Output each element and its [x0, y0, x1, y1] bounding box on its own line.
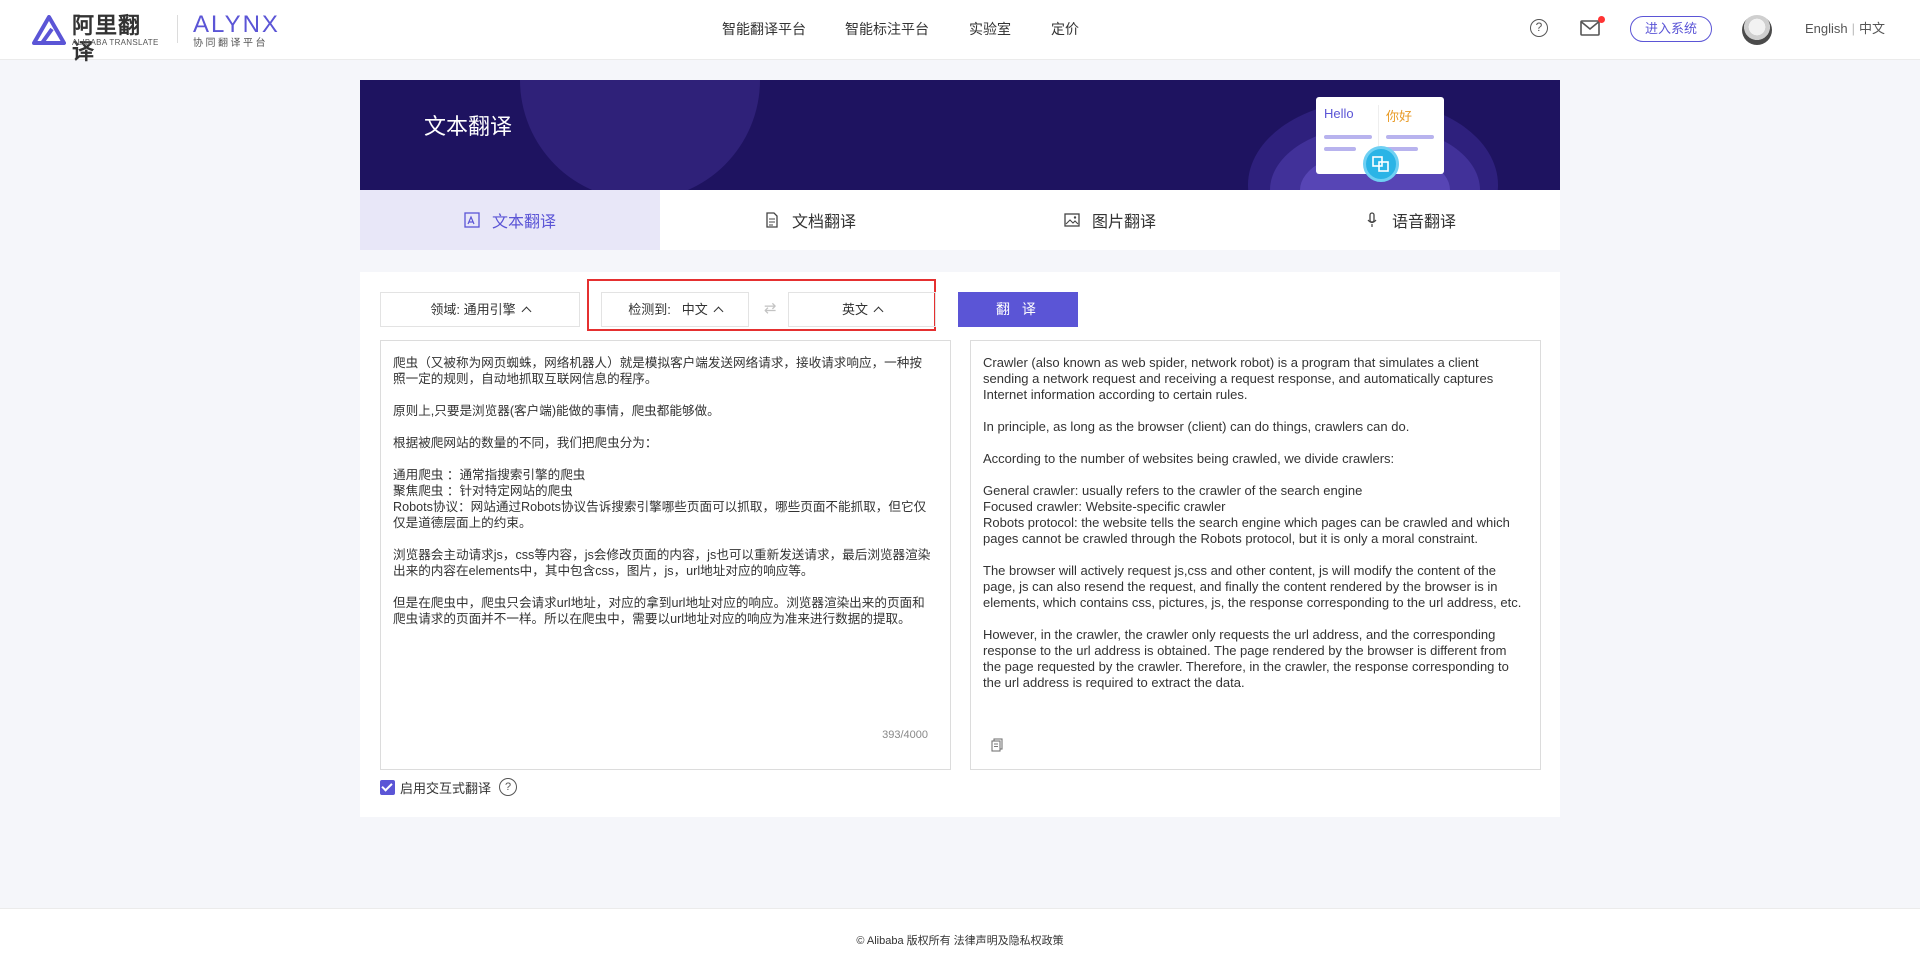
source-text-input[interactable]: 爬虫（又被称为网页蜘蛛，网络机器人）就是模拟客户端发送网络请求，接收请求响应，一…: [380, 340, 951, 770]
source-paragraph: 原则上,只要是浏览器(客户端)能做的事情，爬虫都能够做。: [393, 404, 720, 418]
source-paragraph: 爬虫（又被称为网页蜘蛛，网络机器人）就是模拟客户端发送网络请求，接收请求响应，一…: [393, 356, 922, 386]
tab-label: 语音翻译: [1391, 214, 1456, 231]
page-title: 文本翻译: [424, 114, 513, 139]
target-paragraph: The browser will actively request js,css…: [983, 563, 1522, 610]
tab-text-translation[interactable]: 文本翻译: [360, 190, 660, 250]
enter-system-button[interactable]: 进入系统: [1630, 16, 1712, 42]
nav-item-pricing[interactable]: 定价: [1051, 20, 1079, 38]
notification-dot: [1598, 16, 1605, 23]
interactive-translation-toggle: 启用交互式翻译 ?: [380, 777, 518, 797]
mail-icon[interactable]: [1580, 20, 1600, 36]
source-paragraph: 浏览器会主动请求js，css等内容，js会修改页面的内容，js也可以重新发送请求…: [393, 548, 931, 578]
card-line: [1324, 147, 1356, 151]
translate-badge-icon: [1363, 146, 1399, 182]
card-line: [1386, 135, 1434, 139]
target-paragraph: However, in the crawler, the crawler onl…: [983, 627, 1509, 690]
footer: © Alibaba 版权所有 法律声明及隐私权政策: [0, 908, 1920, 970]
footer-copyright: © Alibaba 版权所有 法律声明及隐私权政策: [856, 935, 1064, 947]
translated-text: Crawler (also known as web spider, netwo…: [983, 355, 1523, 707]
chevron-up-icon: [713, 306, 724, 317]
language-switch: English | 中文: [1805, 21, 1885, 37]
character-count: 393/4000: [882, 729, 928, 741]
alibaba-logo-icon: [32, 15, 66, 45]
hero-banner: 文本翻译 Hello 你好: [360, 80, 1560, 190]
target-paragraph: General crawler: usually refers to the c…: [983, 483, 1510, 546]
interactive-translation-checkbox[interactable]: [380, 779, 395, 795]
target-language-select[interactable]: 英文: [788, 292, 936, 327]
tab-image-translation[interactable]: 图片翻译: [960, 190, 1260, 250]
card-hello-text: Hello: [1324, 106, 1354, 121]
logo-subtitle: ALIBABA TRANSLATE: [72, 38, 159, 47]
detect-label: 检测到:: [628, 302, 671, 317]
target-language-label: 英文: [841, 302, 868, 317]
translation-output: Crawler (also known as web spider, netwo…: [970, 340, 1541, 770]
microphone-icon: [1367, 212, 1377, 227]
alynx-subtitle: 协同翻译平台: [193, 38, 268, 49]
chevron-up-icon: [521, 306, 532, 317]
help-icon[interactable]: ?: [1530, 19, 1548, 37]
nav-item-smart-translation[interactable]: 智能翻译平台: [722, 20, 806, 38]
lang-chinese-link[interactable]: 中文: [1859, 21, 1885, 36]
domain-select-label: 领域: 通用引擎: [430, 302, 516, 317]
source-language-select[interactable]: 检测到: 中文: [601, 292, 749, 327]
source-paragraph: 但是在爬虫中，爬虫只会请求url地址，对应的拿到url地址对应的响应。浏览器渲染…: [393, 596, 925, 626]
tab-voice-translation[interactable]: 语音翻译: [1260, 190, 1560, 250]
translate-button[interactable]: 翻 译: [958, 292, 1078, 327]
top-navigation-bar: 阿里翻译 ALIBABA TRANSLATE ALYNX 协同翻译平台 智能翻译…: [0, 0, 1920, 64]
source-paragraph: 根据被爬网站的数量的不同，我们把爬虫分为：: [393, 436, 658, 450]
card-nihao-text: 你好: [1386, 109, 1413, 124]
nav-item-lab[interactable]: 实验室: [969, 20, 1011, 38]
source-paragraph: 通用爬虫 ：通常指搜索引擎的爬虫 聚焦爬虫 ：针对特定网站的爬虫 Robots协…: [393, 468, 927, 530]
alibaba-translate-logo[interactable]: 阿里翻译 ALIBABA TRANSLATE: [32, 13, 162, 64]
target-paragraph: In principle, as long as the browser (cl…: [983, 419, 1410, 434]
lang-separator: |: [1851, 21, 1856, 36]
alynx-logo[interactable]: ALYNX 协同翻译平台: [193, 13, 280, 50]
lang-english-link[interactable]: English: [1805, 21, 1848, 36]
banner-decoration: [520, 80, 760, 190]
target-paragraph: According to the number of websites bein…: [983, 451, 1395, 466]
detect-value: 中文: [681, 302, 708, 317]
document-icon: [766, 212, 778, 228]
question-icon[interactable]: ?: [499, 778, 518, 796]
image-text-icon: [464, 212, 480, 228]
translation-type-tabs: 文本翻译 文档翻译 图片翻译 语音翻译: [360, 190, 1560, 250]
nav-item-smart-annotation[interactable]: 智能标注平台: [845, 20, 929, 38]
source-text: 爬虫（又被称为网页蜘蛛，网络机器人）就是模拟客户端发送网络请求，接收请求响应，一…: [393, 355, 933, 643]
translation-panel: 领域: 通用引擎 检测到: 中文 ⇄ 英文 翻 译 爬虫（又被称为网页蜘蛛，网络…: [360, 272, 1560, 817]
chevron-up-icon: [873, 306, 884, 317]
alynx-name: ALYNX: [193, 11, 280, 38]
swap-languages-icon[interactable]: ⇄: [764, 301, 777, 317]
card-line: [1324, 135, 1372, 139]
target-paragraph: Crawler (also known as web spider, netwo…: [983, 355, 1494, 402]
picture-icon: [1064, 213, 1080, 227]
tab-document-translation[interactable]: 文档翻译: [660, 190, 960, 250]
translate-glyph-icon: [1372, 156, 1389, 172]
interactive-translation-label: 启用交互式翻译: [400, 780, 492, 796]
tab-label: 图片翻译: [1091, 214, 1156, 231]
domain-select[interactable]: 领域: 通用引擎: [380, 292, 580, 327]
logo-divider: [177, 15, 178, 43]
tab-label: 文本翻译: [491, 214, 556, 231]
tab-label: 文档翻译: [791, 214, 856, 231]
copy-icon[interactable]: [991, 738, 1003, 752]
avatar[interactable]: [1742, 15, 1772, 45]
